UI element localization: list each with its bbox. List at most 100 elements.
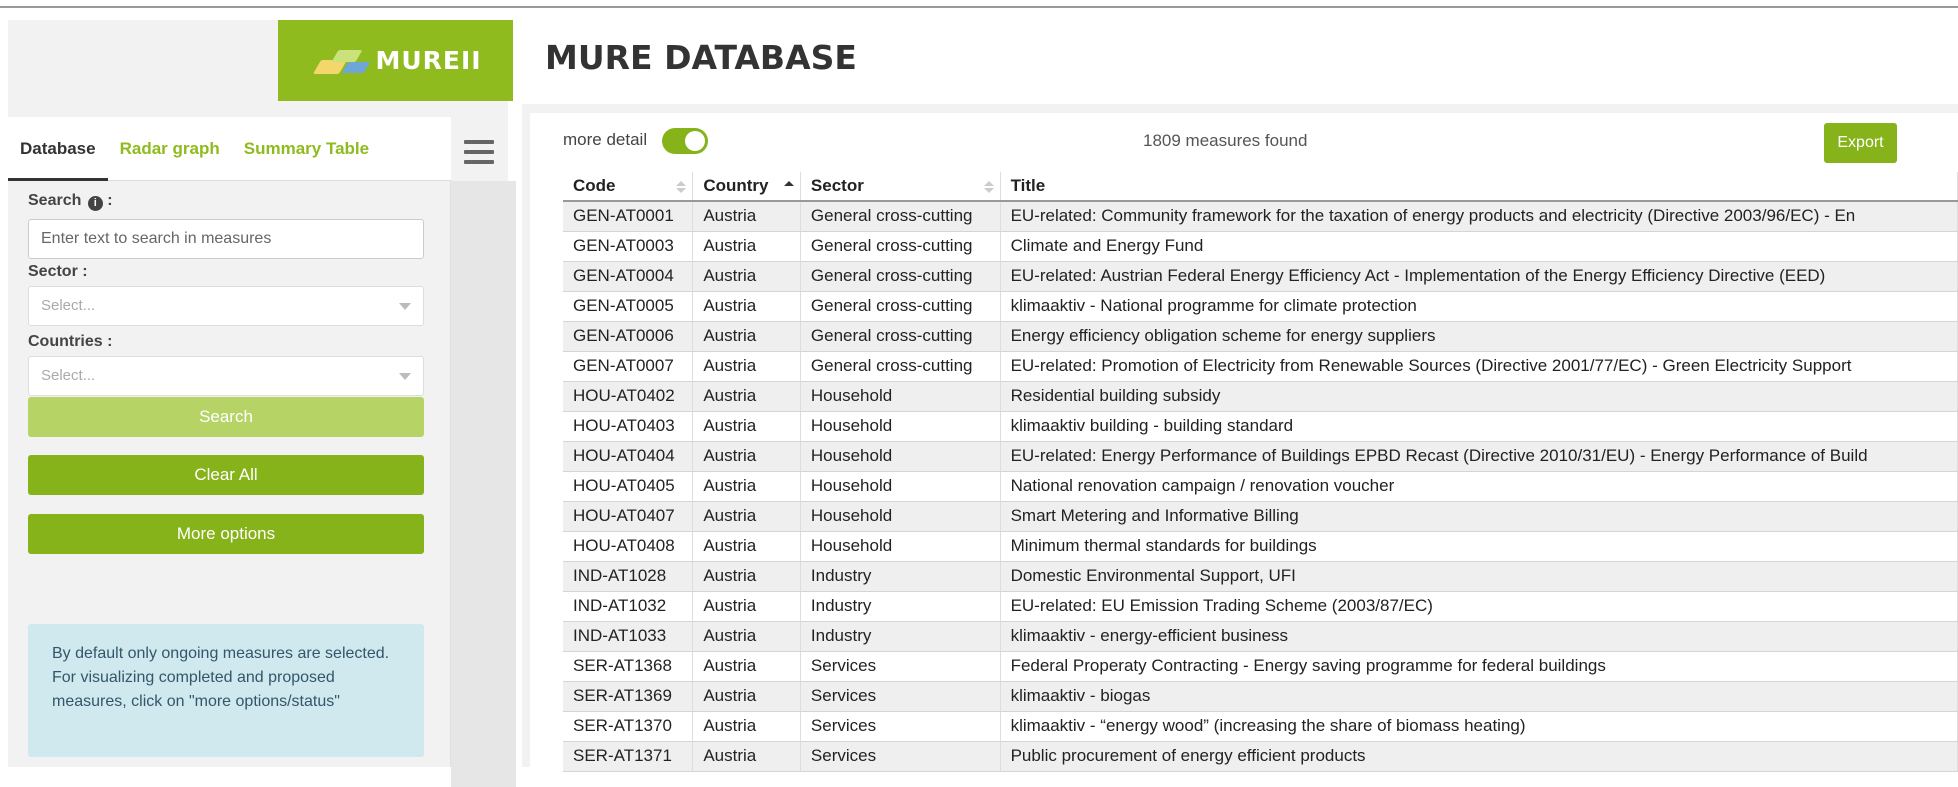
sort-ascending-icon [783,181,794,193]
sidebar: MUREII Database Radar graph Summary Tabl… [8,20,516,787]
cell-title: EU-related: Community framework for the … [1000,201,1958,232]
column-header-title[interactable]: Title [1000,172,1958,202]
table-row[interactable]: HOU-AT0402 Austria Household Residential bu… [563,381,1958,412]
sector-select-placeholder: Select... [41,297,96,314]
cell-title: EU-related: EU Emission Trading Scheme (… [1000,591,1958,622]
menu-icon[interactable] [464,140,494,164]
cell-sector: Household [800,381,1001,412]
menu-strip [451,181,516,787]
cell-country: Austria [692,471,801,502]
table-row[interactable]: GEN-AT0006 Austria General cross-cutting En… [563,321,1958,352]
cell-country: Austria [692,261,801,292]
cell-sector: Household [800,411,1001,442]
cell-sector: Household [800,441,1001,472]
countries-select-placeholder: Select... [41,367,96,384]
search-button[interactable]: Search [28,397,424,437]
table-row[interactable]: IND-AT1028 Austria Industry Domestic Enviro… [563,561,1958,592]
cell-code: GEN-AT0003 [563,231,694,262]
cell-code: SER-AT1369 [563,681,694,712]
table-row[interactable]: IND-AT1032 Austria Industry EU-related: EU … [563,591,1958,622]
table-row[interactable]: SER-AT1369 Austria Services klimaaktiv - bi… [563,681,1958,712]
more-detail-label: more detail [563,130,648,149]
cell-sector: Services [800,711,1001,742]
cell-sector: Household [800,471,1001,502]
cell-code: HOU-AT0407 [563,501,694,532]
cell-code: IND-AT1032 [563,591,694,622]
cell-code: IND-AT1028 [563,561,694,592]
table-row[interactable]: SER-AT1370 Austria Services klimaaktiv - “e… [563,711,1958,742]
table-row[interactable]: HOU-AT0404 Austria Household EU-related: En… [563,441,1958,472]
cell-sector: Household [800,531,1001,562]
cell-code: GEN-AT0006 [563,321,694,352]
table-row[interactable]: GEN-AT0007 Austria General cross-cutting EU… [563,351,1958,382]
table-row[interactable]: GEN-AT0001 Austria General cross-cutting EU… [563,201,1958,232]
info-icon[interactable]: i [87,196,103,211]
more-options-button[interactable]: More options [28,514,424,554]
more-detail-toggle[interactable] [662,128,708,154]
export-button[interactable]: Export [1824,123,1897,163]
column-header-code[interactable]: Code [563,172,694,202]
cell-code: HOU-AT0408 [563,531,694,562]
sort-icon [676,181,687,193]
cell-code: GEN-AT0005 [563,291,694,322]
search-input[interactable] [28,219,424,259]
cell-title: EU-related: Austrian Federal Energy Effi… [1000,261,1958,292]
table-row[interactable]: SER-AT1368 Austria Services Federal Propera… [563,651,1958,682]
table-row[interactable]: HOU-AT0408 Austria Household Minimum therma… [563,531,1958,562]
countries-label: Countries : [28,333,113,350]
cell-sector: Industry [800,621,1001,652]
sector-label: Sector : [28,263,88,280]
cell-country: Austria [692,501,801,532]
cell-country: Austria [692,441,801,472]
table-row[interactable]: GEN-AT0003 Austria General cross-cutting Cl… [563,231,1958,262]
cell-sector: Household [800,501,1001,532]
countries-select[interactable]: Select... [28,356,424,396]
cell-code: SER-AT1368 [563,651,694,682]
cell-sector: Services [800,651,1001,682]
table-row[interactable]: GEN-AT0004 Austria General cross-cutting EU… [563,261,1958,292]
cell-country: Austria [692,411,801,442]
cell-country: Austria [692,351,801,382]
clear-all-button[interactable]: Clear All [28,455,424,495]
column-header-sector[interactable]: Sector [800,172,1001,202]
cell-sector: General cross-cutting [800,291,1001,322]
page-title: MURE DATABASE [545,38,857,77]
tab-radar-graph[interactable]: Radar graph [108,117,232,181]
cell-code: HOU-AT0405 [563,471,694,502]
cell-code: SER-AT1370 [563,711,694,742]
cell-country: Austria [692,321,801,352]
tab-bar: Database Radar graph Summary Table [8,116,451,181]
cell-code: HOU-AT0403 [563,411,694,442]
chevron-down-icon [399,303,411,310]
search-label: Search i : [28,192,113,211]
cell-sector: Industry [800,591,1001,622]
cell-sector: General cross-cutting [800,261,1001,292]
cell-country: Austria [692,231,801,262]
cell-country: Austria [692,621,801,652]
cell-title: klimaaktiv - “energy wood” (increasing t… [1000,711,1958,742]
table-row[interactable]: HOU-AT0407 Austria Household Smart Metering… [563,501,1958,532]
cell-title: Climate and Energy Fund [1000,231,1958,262]
cell-country: Austria [692,681,801,712]
cell-country: Austria [692,291,801,322]
cell-sector: Industry [800,561,1001,592]
logo[interactable]: MUREII [278,20,513,101]
table-row[interactable]: IND-AT1033 Austria Industry klimaaktiv - en… [563,621,1958,652]
cell-code: HOU-AT0402 [563,381,694,412]
cell-title: Residential building subsidy [1000,381,1958,412]
cell-code: GEN-AT0001 [563,201,694,232]
table-row[interactable]: GEN-AT0005 Austria General cross-cutting kl… [563,291,1958,322]
table-row[interactable]: HOU-AT0405 Austria Household National renov… [563,471,1958,502]
cell-title: Domestic Environmental Support, UFI [1000,561,1958,592]
table-row[interactable]: HOU-AT0403 Austria Household klimaaktiv bui… [563,411,1958,442]
cell-title: Smart Metering and Informative Billing [1000,501,1958,532]
sector-select[interactable]: Select... [28,286,424,326]
tab-database[interactable]: Database [8,116,108,181]
tab-summary-table[interactable]: Summary Table [232,117,381,181]
column-header-country[interactable]: Country [692,172,801,202]
cell-sector: General cross-cutting [800,321,1001,352]
cell-country: Austria [692,711,801,742]
table-header-row: Code Country Sector Title [563,172,1958,202]
cell-country: Austria [692,201,801,232]
cell-sector: Services [800,681,1001,712]
